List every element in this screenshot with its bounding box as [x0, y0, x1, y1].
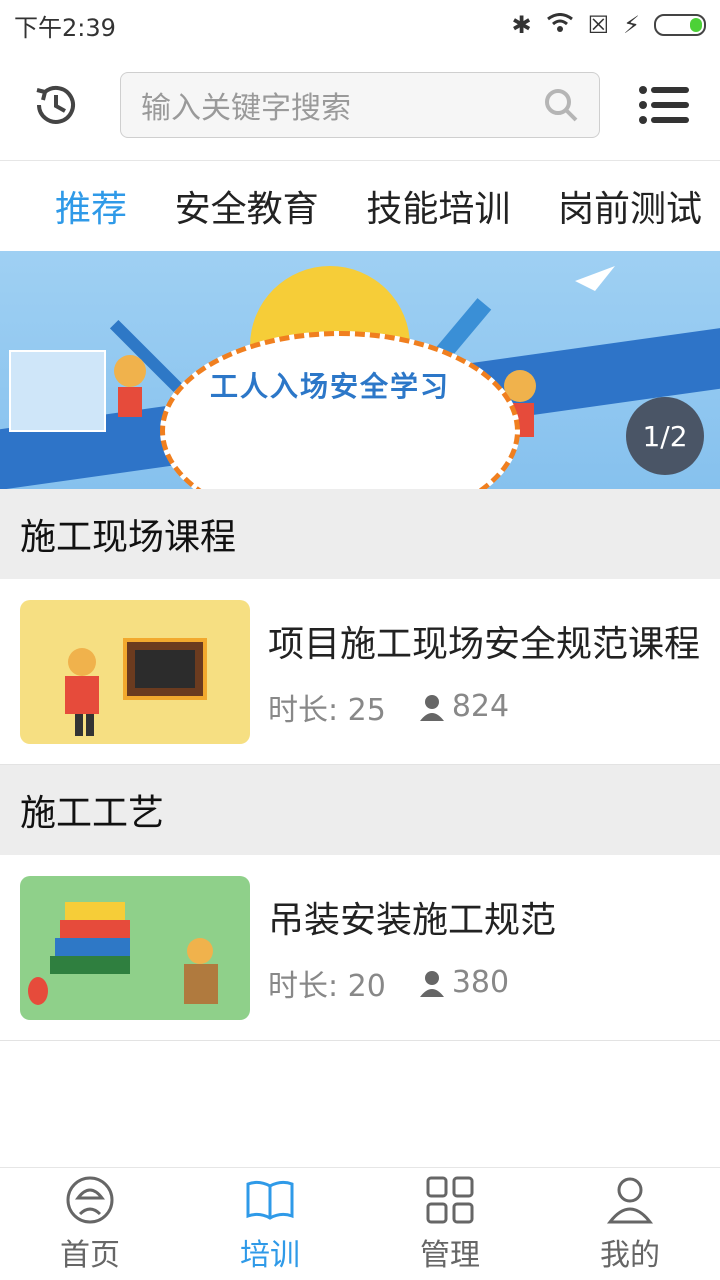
view-count-value: 380	[451, 965, 510, 1000]
banner-page-indicator: 1/2	[626, 397, 704, 475]
battery-icon	[654, 14, 706, 36]
history-button[interactable]	[16, 65, 96, 145]
nav-manage[interactable]: 管理	[360, 1168, 540, 1280]
user-icon	[606, 1177, 654, 1224]
nav-home[interactable]: 首页	[0, 1168, 180, 1280]
bottom-nav: 首页 培训 管理 我的	[0, 1167, 720, 1280]
search-icon	[545, 89, 578, 122]
tab-recommend[interactable]: 推荐	[55, 180, 127, 232]
banner-title: 工人入场安全学习	[210, 370, 451, 403]
duration: 时长: 20	[268, 961, 386, 1005]
course-info: 项目施工现场安全规范课程 时长: 25 824	[268, 615, 700, 729]
tab-safety-education[interactable]: 安全教育	[175, 180, 319, 232]
section-header: 施工现场课程	[0, 489, 720, 579]
view-count: 824	[418, 689, 509, 724]
menu-button[interactable]	[624, 65, 704, 145]
charging-icon: ⚡	[623, 11, 640, 39]
duration-value: 25	[347, 692, 386, 728]
course-meta: 时长: 25 824	[268, 685, 700, 729]
course-info: 吊装安装施工规范 时长: 20 380	[268, 891, 700, 1005]
status-time: 下午2:39	[14, 13, 116, 42]
history-icon	[36, 86, 75, 124]
user-icon	[419, 970, 444, 997]
course-title: 项目施工现场安全规范课程	[268, 623, 701, 665]
wifi-icon	[546, 11, 574, 39]
duration-value: 20	[347, 968, 386, 1004]
book-icon	[246, 1180, 294, 1220]
top-bar: 输入关键字搜索	[0, 50, 720, 161]
banner-carousel[interactable]: 工人入场安全学习 1/2	[0, 251, 720, 489]
user-icon	[419, 694, 444, 721]
home-helmet-icon	[66, 1176, 114, 1224]
bluetooth-icon: ✱	[511, 11, 532, 39]
course-item[interactable]: 吊装安装施工规范 时长: 20 380	[0, 855, 720, 1041]
nav-label: 培训	[240, 1238, 300, 1273]
no-sim-icon: ☒	[587, 11, 610, 39]
course-thumbnail	[20, 875, 250, 1020]
nav-label: 首页	[60, 1238, 120, 1273]
view-count-value: 824	[451, 689, 510, 724]
nav-label: 管理	[420, 1238, 480, 1273]
search-placeholder: 输入关键字搜索	[141, 91, 351, 126]
grid-icon	[426, 1176, 474, 1224]
course-thumbnail	[20, 599, 250, 744]
menu-icon	[639, 86, 689, 124]
nav-label: 我的	[600, 1238, 660, 1273]
section-header: 施工工艺	[0, 765, 720, 855]
tab-pre-job-test[interactable]: 岗前测试	[558, 180, 702, 232]
status-icons: ✱ ☒ ⚡	[512, 11, 706, 39]
course-title: 吊装安装施工规范	[268, 899, 557, 941]
nav-training[interactable]: 培训	[180, 1168, 360, 1280]
category-tabs: 推荐 安全教育 技能培训 岗前测试	[0, 161, 720, 251]
tab-skill-training[interactable]: 技能培训	[366, 180, 510, 232]
nav-mine[interactable]: 我的	[540, 1168, 720, 1280]
duration-label: 时长:	[268, 692, 339, 728]
status-bar: 下午2:39 ✱ ☒ ⚡	[0, 0, 720, 50]
view-count: 380	[418, 965, 509, 1000]
course-item[interactable]: 项目施工现场安全规范课程 时长: 25 824	[0, 579, 720, 765]
course-meta: 时长: 20 380	[268, 961, 700, 1005]
search-input[interactable]: 输入关键字搜索	[120, 72, 600, 138]
duration: 时长: 25	[268, 685, 386, 729]
duration-label: 时长:	[268, 968, 339, 1004]
